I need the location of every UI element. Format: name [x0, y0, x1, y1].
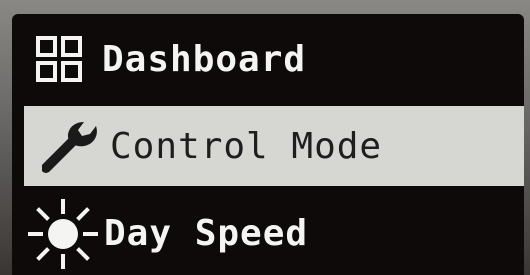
lcd-screen: Dashboard Control Mode Day Speed — [12, 14, 524, 275]
wrench-icon — [41, 118, 104, 174]
menu-item-label: Dashboard — [102, 38, 307, 80]
menu-item-label: Day Speed — [104, 213, 309, 254]
sun-icon — [26, 197, 100, 271]
menu-item-control-mode[interactable]: Control Mode — [24, 106, 524, 186]
main-menu: Dashboard Control Mode Day Speed — [12, 14, 524, 275]
grid-icon — [36, 36, 82, 82]
menu-item-day-speed[interactable]: Day Speed — [12, 192, 524, 275]
menu-item-label: Control Mode — [110, 125, 383, 167]
menu-item-dashboard[interactable]: Dashboard — [12, 14, 524, 104]
